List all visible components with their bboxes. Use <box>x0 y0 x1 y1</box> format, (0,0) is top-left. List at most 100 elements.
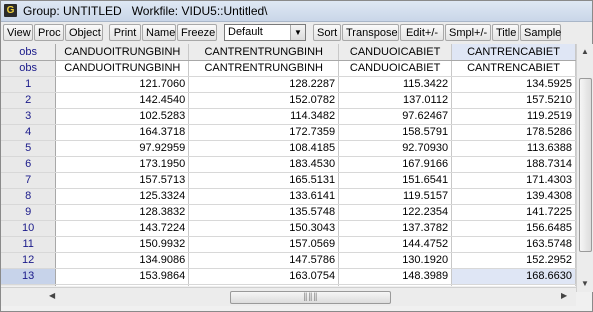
table-cell[interactable]: 148.3989 <box>338 268 453 285</box>
table-cell[interactable]: 142.4540 <box>55 92 190 109</box>
row-header[interactable]: obs <box>1 60 57 77</box>
triangle-right-icon[interactable]: ▶ <box>561 291 567 300</box>
table-cell[interactable]: 157.5713 <box>55 172 190 189</box>
triangle-left-icon[interactable]: ◀ <box>49 291 55 300</box>
triangle-up-icon[interactable]: ▲ <box>579 46 591 58</box>
table-cell[interactable]: 128.2287 <box>188 76 340 93</box>
table-cell[interactable]: 115.3422 <box>338 76 453 93</box>
table-cell[interactable]: 125.3324 <box>55 188 190 205</box>
column-header[interactable]: CANTRENTRUNGBINH <box>188 44 340 61</box>
table-cell[interactable]: 97.62467 <box>338 108 453 125</box>
table-cell[interactable]: 156.6485 <box>451 220 576 237</box>
table-cell[interactable]: 97.92959 <box>55 140 190 157</box>
table-cell[interactable]: 144.4752 <box>338 236 453 253</box>
row-header[interactable]: 11 <box>1 236 57 253</box>
table-cell[interactable]: 178.5286 <box>451 124 576 141</box>
view-button[interactable]: View <box>3 24 33 41</box>
row-header[interactable]: 8 <box>1 188 57 205</box>
table-cell[interactable]: 108.4185 <box>188 140 340 157</box>
table-cell[interactable]: 128.3832 <box>55 204 190 221</box>
table-cell[interactable]: 151.6541 <box>338 172 453 189</box>
row-header[interactable]: 6 <box>1 156 57 173</box>
table-cell[interactable]: 157.0569 <box>188 236 340 253</box>
table-cell[interactable]: CANTRENCABIET <box>451 60 576 77</box>
horizontal-scrollbar[interactable]: ◀ ║║║ ▶ <box>1 287 576 306</box>
table-cell[interactable]: 143.7224 <box>55 220 190 237</box>
table-cell[interactable]: 167.9166 <box>338 156 453 173</box>
table-cell[interactable]: 133.6141 <box>188 188 340 205</box>
row-header[interactable]: 4 <box>1 124 57 141</box>
horizontal-scroll-thumb[interactable]: ║║║ <box>230 291 391 304</box>
table-row: 11 150.9932 157.0569 144.4752 163.5748 <box>1 236 576 253</box>
row-header[interactable]: 12 <box>1 252 57 269</box>
table-cell[interactable]: 150.3043 <box>188 220 340 237</box>
column-header[interactable]: CANTRENCABIET <box>451 44 576 61</box>
table-cell[interactable]: 147.5786 <box>188 252 340 269</box>
table-cell[interactable]: 153.9864 <box>55 268 190 285</box>
table-cell[interactable]: 172.7359 <box>188 124 340 141</box>
table-cell[interactable]: 152.0782 <box>188 92 340 109</box>
table-cell[interactable]: 102.5283 <box>55 108 190 125</box>
table-cell[interactable]: CANTRENTRUNGBINH <box>188 60 340 77</box>
row-header[interactable]: 3 <box>1 108 57 125</box>
table-cell[interactable]: 122.2354 <box>338 204 453 221</box>
row-header[interactable]: 5 <box>1 140 57 157</box>
name-button[interactable]: Name <box>142 24 176 41</box>
smpl-button[interactable]: Smpl+/- <box>445 24 491 41</box>
chevron-down-icon[interactable]: ▼ <box>290 25 305 40</box>
table-cell[interactable]: 139.4308 <box>451 188 576 205</box>
row-header[interactable]: 10 <box>1 220 57 237</box>
object-button[interactable]: Object <box>65 24 103 41</box>
proc-button[interactable]: Proc <box>34 24 64 41</box>
table-cell[interactable]: 150.9932 <box>55 236 190 253</box>
table-cell[interactable]: 121.7060 <box>55 76 190 93</box>
column-header[interactable]: CANDUOICABIET <box>338 44 453 61</box>
row-header[interactable]: 7 <box>1 172 57 189</box>
row-header[interactable]: 13 <box>1 268 57 285</box>
print-button[interactable]: Print <box>109 24 141 41</box>
table-cell[interactable]: 119.5157 <box>338 188 453 205</box>
table-cell[interactable]: 183.4530 <box>188 156 340 173</box>
table-cell[interactable]: 137.3782 <box>338 220 453 237</box>
sort-button[interactable]: Sort <box>313 24 341 41</box>
vertical-scrollbar[interactable]: ▲ ▼ <box>576 44 593 292</box>
table-cell[interactable]: 92.70930 <box>338 140 453 157</box>
freeze-button[interactable]: Freeze <box>177 24 217 41</box>
table-cell[interactable]: 163.0754 <box>188 268 340 285</box>
table-cell[interactable]: 134.5925 <box>451 76 576 93</box>
table-cell[interactable]: 119.2519 <box>451 108 576 125</box>
row-header[interactable]: 9 <box>1 204 57 221</box>
sample-button[interactable]: Sample <box>520 24 561 41</box>
table-cell[interactable]: 113.6388 <box>451 140 576 157</box>
format-dropdown[interactable]: Default ▼ <box>224 24 306 41</box>
triangle-down-icon[interactable]: ▼ <box>579 278 591 290</box>
table-cell[interactable]: CANDUOITRUNGBINH <box>55 60 190 77</box>
row-header[interactable]: 2 <box>1 92 57 109</box>
table-cell[interactable]: 157.5210 <box>451 92 576 109</box>
table-cell[interactable]: 164.3718 <box>55 124 190 141</box>
table-cell[interactable]: 137.0112 <box>338 92 453 109</box>
column-header[interactable]: CANDUOITRUNGBINH <box>55 44 190 61</box>
title-bar[interactable]: G Group: UNTITLED Workfile: VIDU5::Untit… <box>1 1 592 22</box>
table-cell[interactable]: 188.7314 <box>451 156 576 173</box>
spreadsheet-grid[interactable]: obs CANDUOITRUNGBINH CANTRENTRUNGBINH CA… <box>1 44 576 286</box>
title-button[interactable]: Title <box>492 24 519 41</box>
table-cell[interactable]: 158.5791 <box>338 124 453 141</box>
table-cell[interactable]: 165.5131 <box>188 172 340 189</box>
table-cell[interactable]: 134.9086 <box>55 252 190 269</box>
table-cell[interactable]: 114.3482 <box>188 108 340 125</box>
table-cell[interactable]: 135.5748 <box>188 204 340 221</box>
vertical-scroll-thumb[interactable] <box>579 78 592 252</box>
table-cell[interactable]: 173.1950 <box>55 156 190 173</box>
table-cell[interactable]: 163.5748 <box>451 236 576 253</box>
table-row: 5 97.92959 108.4185 92.70930 113.6388 <box>1 140 576 157</box>
selected-cell[interactable]: 168.6630 <box>451 268 576 285</box>
transpose-button[interactable]: Transpose <box>342 24 399 41</box>
edit-button[interactable]: Edit+/- <box>400 24 444 41</box>
table-cell[interactable]: 141.7225 <box>451 204 576 221</box>
table-cell[interactable]: 171.4303 <box>451 172 576 189</box>
table-cell[interactable]: CANDUOICABIET <box>338 60 453 77</box>
row-header[interactable]: 1 <box>1 76 57 93</box>
table-cell[interactable]: 130.1920 <box>338 252 453 269</box>
table-cell[interactable]: 152.2952 <box>451 252 576 269</box>
